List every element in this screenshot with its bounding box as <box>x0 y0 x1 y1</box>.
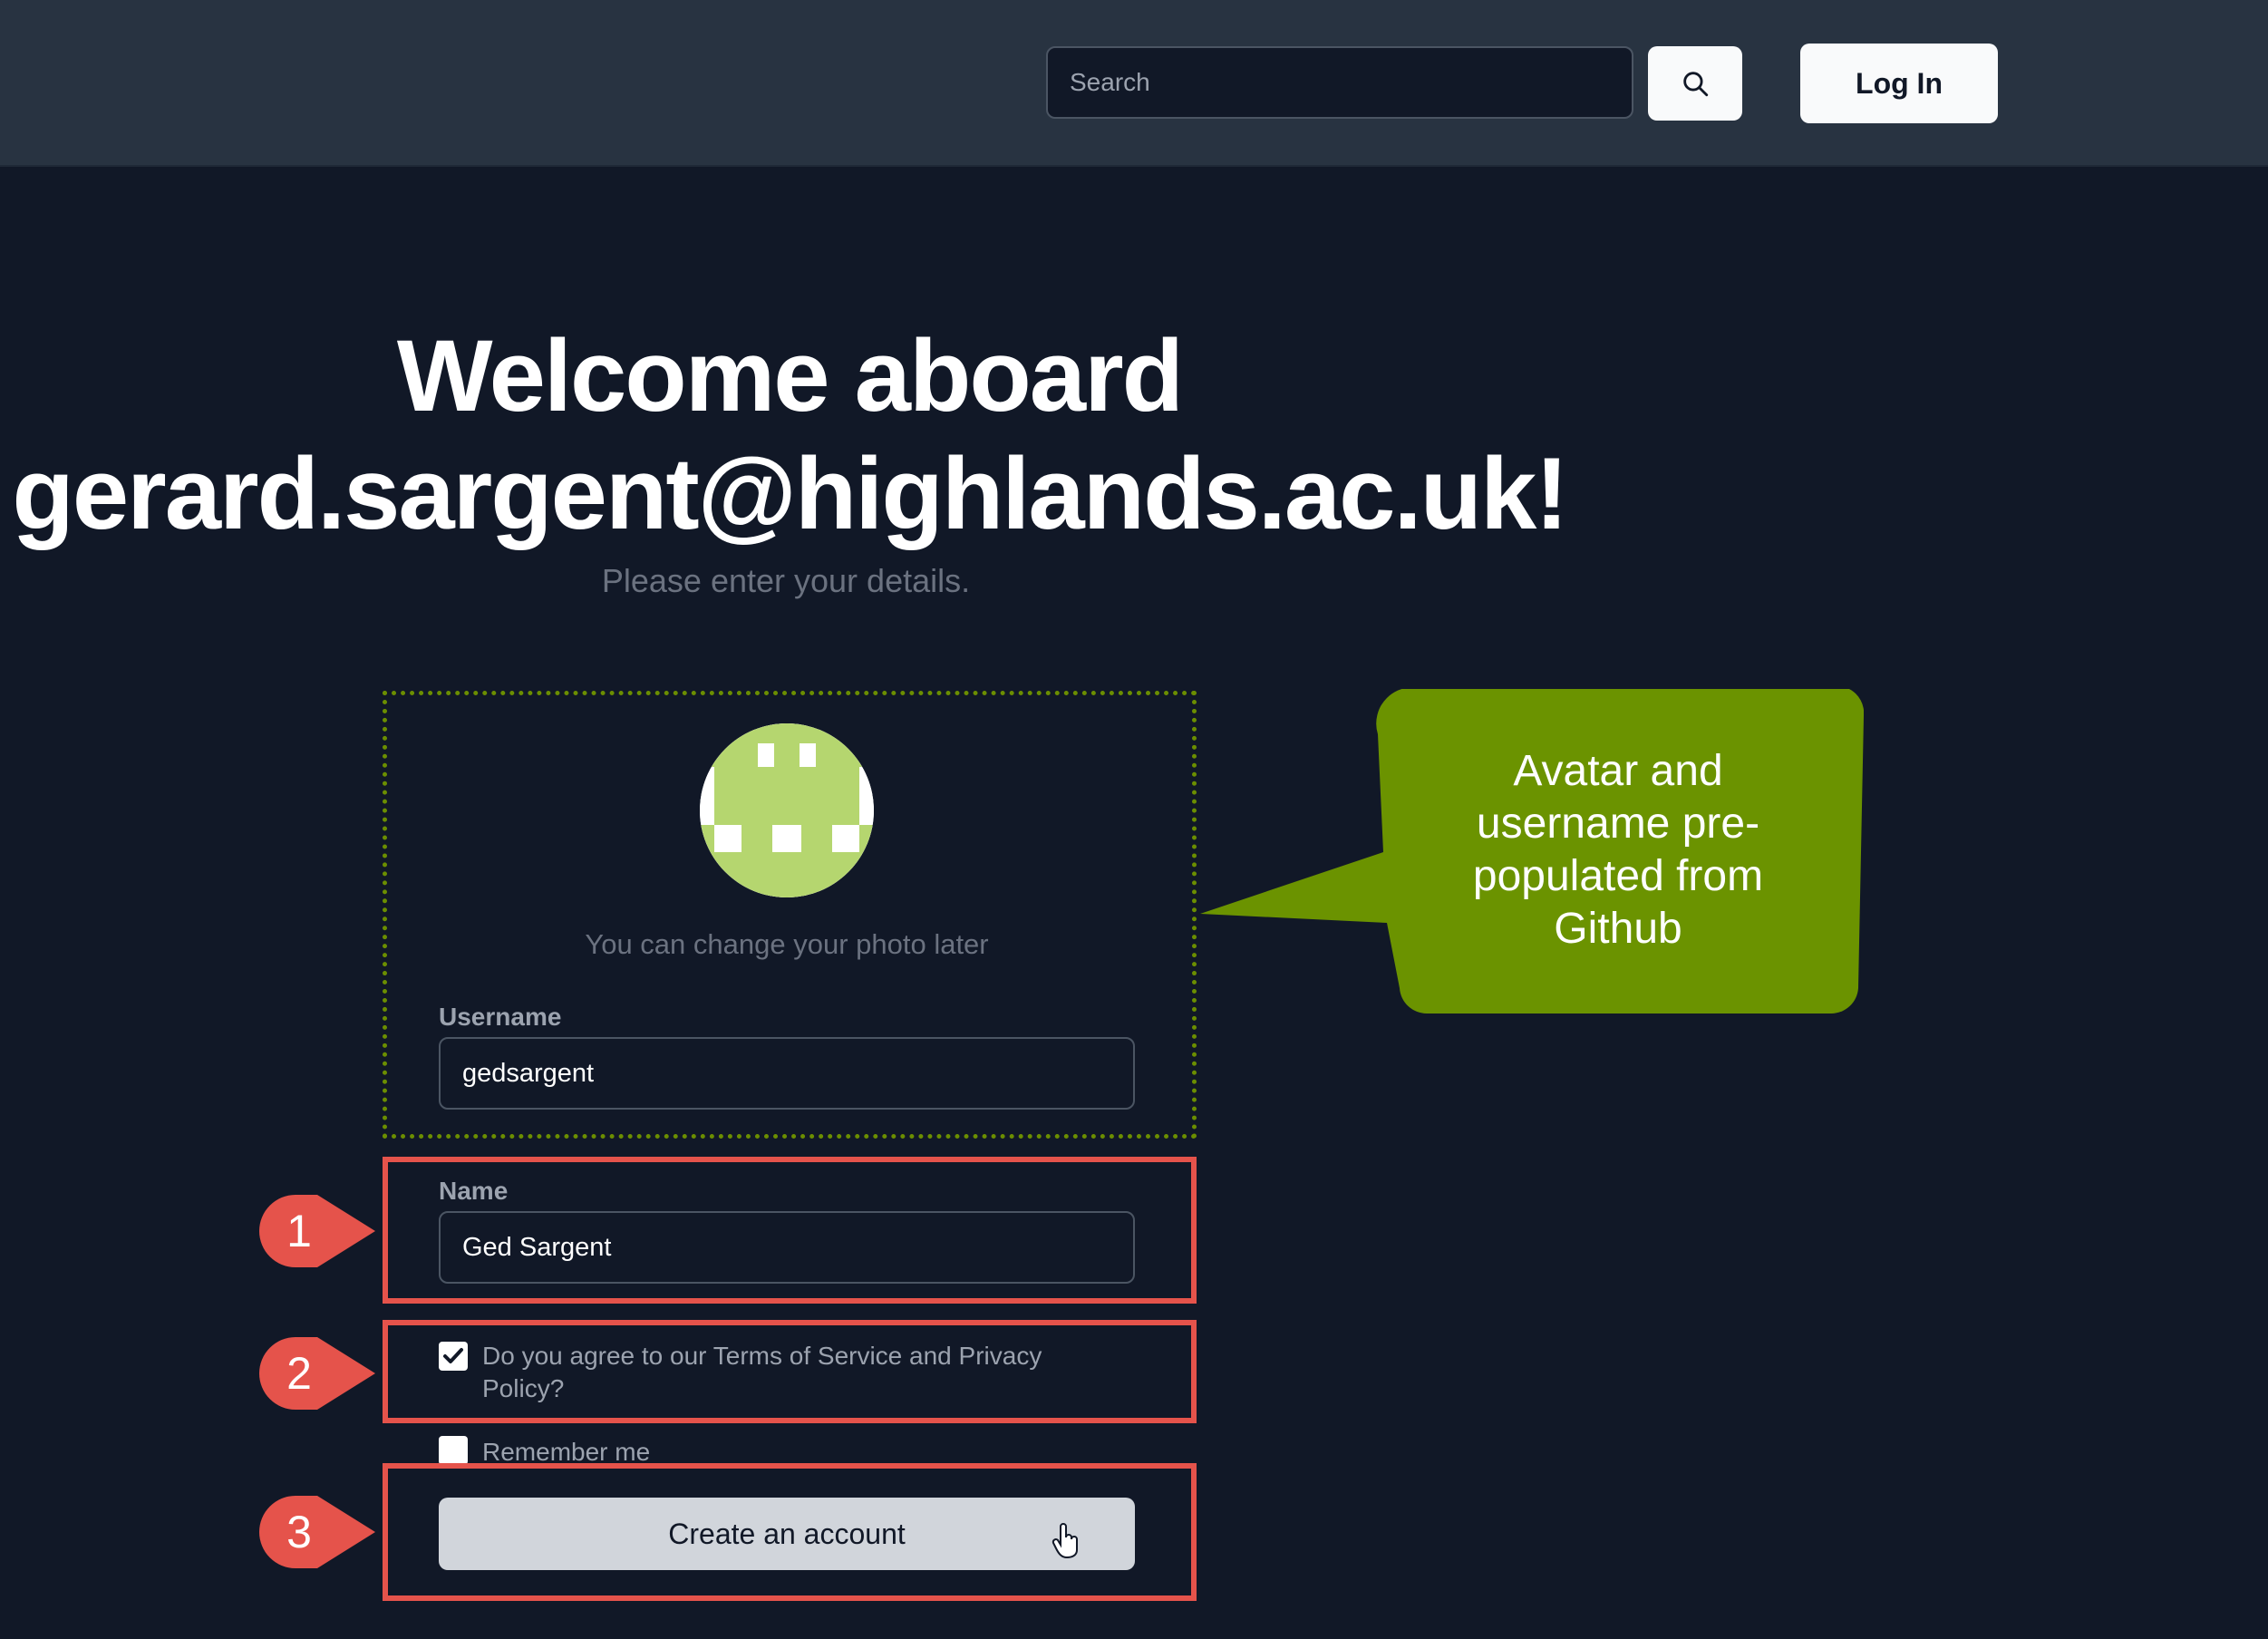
hand-cursor-icon <box>1052 1523 1078 1559</box>
avatar[interactable] <box>700 723 874 897</box>
terms-checkbox[interactable] <box>439 1342 468 1371</box>
create-account-button[interactable]: Create an account <box>439 1498 1135 1570</box>
login-button[interactable]: Log In <box>1800 44 1998 123</box>
checkmark-icon <box>443 1348 463 1363</box>
top-navigation-bar: Log In <box>0 0 2268 167</box>
page-subtitle: Please enter your details. <box>601 562 971 599</box>
search-button[interactable] <box>1648 46 1742 121</box>
step-marker-3: 3 <box>259 1496 375 1568</box>
callout-text: Avatar and username pre-populated from G… <box>1472 747 1764 953</box>
step-marker-2: 2 <box>259 1337 375 1410</box>
title-welcome: Welcome aboard <box>396 319 1184 432</box>
photo-hint: You can change your photo later <box>585 928 989 960</box>
name-field[interactable] <box>439 1211 1135 1284</box>
name-label: Name <box>439 1177 509 1205</box>
title-email: gerard.sargent@highlands.ac.uk! <box>12 437 1568 550</box>
username-label: Username <box>439 1003 562 1031</box>
search-input[interactable] <box>1046 46 1633 119</box>
remember-checkbox[interactable] <box>439 1436 468 1465</box>
step-marker-1: 1 <box>259 1195 375 1267</box>
page-title: Welcome aboard gerard.sargent@highlands.… <box>0 317 1579 553</box>
identicon-image <box>700 723 874 897</box>
search-icon <box>1683 72 1709 97</box>
terms-label: Do you agree to our Terms of Service and… <box>482 1342 1042 1402</box>
username-field[interactable] <box>439 1037 1135 1110</box>
